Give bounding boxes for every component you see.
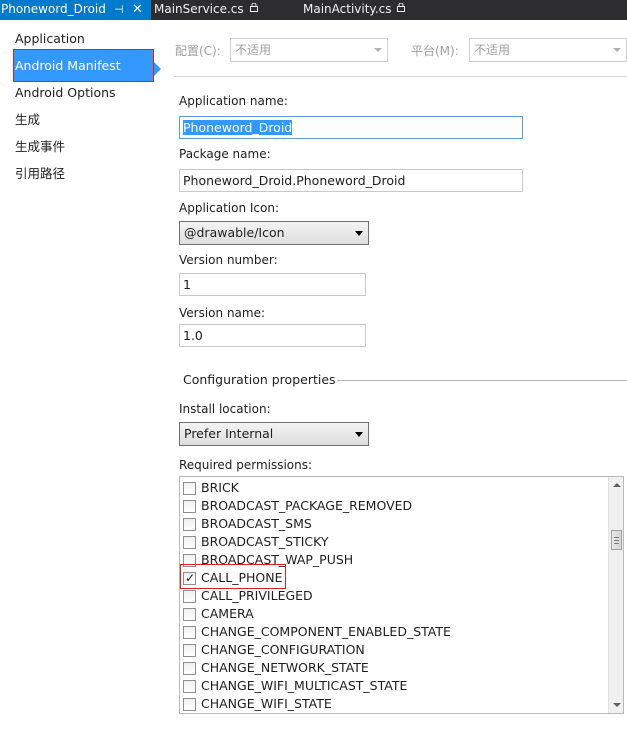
chevron-down-icon [355,231,363,236]
package-name-label: Package name: [179,147,271,161]
permission-checkbox[interactable] [183,662,196,675]
permission-checkbox[interactable] [183,590,196,603]
install-location-label: Install location: [179,402,271,416]
permission-name: BROADCAST_STICKY [201,534,329,549]
nav-item-reference-paths[interactable]: 引用路径 [0,161,150,188]
lock-icon [397,0,406,19]
install-location-value: Prefer Internal [184,426,274,441]
configuration-section-title: Configuration properties [183,372,336,387]
permission-checkbox[interactable] [183,644,196,657]
nav-item-label: Application [15,31,85,46]
tab-label: Phoneword_Droid [1,2,106,16]
nav-item-build-events[interactable]: 生成事件 [0,134,150,161]
version-number-label: Version number: [179,253,278,267]
permission-row[interactable]: BROADCAST_SMS [180,515,605,533]
permission-name: CHANGE_CONFIGURATION [201,642,365,657]
nav-item-label: 引用路径 [15,166,66,181]
nav-item-label: Android Options [15,85,116,100]
tab-phoneword-droid[interactable]: Phoneword_Droid ⊣ ✕ [0,0,151,20]
chevron-down-icon [613,48,621,52]
package-name-value: Phoneword_Droid.Phoneword_Droid [183,173,406,188]
configuration-value: 不适用 [235,43,272,57]
permission-row[interactable]: CHANGE_CONFIGURATION [180,641,605,659]
permission-name: CHANGE_WIFI_MULTICAST_STATE [201,678,408,693]
permission-checkbox[interactable] [183,680,196,693]
app-icon-select[interactable]: @drawable/Icon [179,221,369,245]
selected-arrow-icon [154,62,161,76]
permission-row[interactable]: CHANGE_WIFI_STATE [180,695,605,713]
version-number-value: 1 [183,277,191,292]
permission-checkbox[interactable] [183,500,196,513]
chevron-down-icon [355,432,363,437]
tab-label: MainService.cs [154,2,244,16]
permission-row[interactable]: BRICK [180,479,605,497]
permission-row[interactable]: BROADCAST_PACKAGE_REMOVED [180,497,605,515]
configuration-label: 配置(C): [175,44,221,58]
nav-item-android-manifest[interactable]: Android Manifest [13,49,154,82]
app-icon-label: Application Icon: [179,201,279,215]
tab-label: MainActivity.cs [303,2,392,16]
config-divider [174,76,627,77]
package-name-input[interactable]: Phoneword_Droid.Phoneword_Droid [179,169,523,192]
scroll-down-icon[interactable] [613,703,621,707]
install-location-select[interactable]: Prefer Internal [179,422,369,446]
tab-mainactivity[interactable]: MainActivity.cs [303,0,406,20]
tab-mainservice[interactable]: MainService.cs [154,0,258,20]
permission-row[interactable]: CHANGE_COMPONENT_ENABLED_STATE [180,623,605,641]
permissions-label: Required permissions: [179,458,313,472]
permission-name: CHANGE_COMPONENT_ENABLED_STATE [201,624,451,639]
platform-select[interactable]: 不适用 [469,38,627,62]
nav-item-label: 生成 [15,112,41,127]
permission-name: CAMERA [201,606,254,621]
nav-item-label: 生成事件 [15,139,66,154]
permission-name: CHANGE_WIFI_STATE [201,696,332,711]
configuration-bar: 配置(C): 不适用 平台(M): 不适用 [165,20,627,78]
nav-item-build[interactable]: 生成 [0,107,150,134]
permission-name: CHANGE_NETWORK_STATE [201,660,369,675]
scroll-thumb[interactable] [611,530,622,550]
lock-icon [249,0,258,19]
configuration-select[interactable]: 不适用 [230,38,388,62]
permission-name: BROADCAST_PACKAGE_REMOVED [201,498,413,513]
scroll-up-icon[interactable] [613,483,621,487]
permission-checkbox[interactable] [183,608,196,621]
permission-row[interactable]: CALL_PRIVILEGED [180,587,605,605]
permission-row[interactable]: BROADCAST_STICKY [180,533,605,551]
document-tab-strip: Phoneword_Droid ⊣ ✕ MainService.cs MainA… [0,0,627,20]
permission-name: BROADCAST_SMS [201,516,312,531]
permission-checkbox[interactable] [183,536,196,549]
nav-item-label: Android Manifest [15,58,121,73]
permission-checkbox[interactable] [183,626,196,639]
pin-icon[interactable]: ⊣ [114,0,124,19]
version-number-input[interactable]: 1 [179,273,366,296]
platform-value: 不适用 [474,43,511,57]
app-name-value: Phoneword_Droid [183,120,293,135]
permissions-list[interactable]: BRICK BROADCAST_PACKAGE_REMOVED BROADCAST_… [179,476,624,714]
chevron-down-icon [374,48,382,52]
annotation-highlight [180,564,286,589]
section-divider [337,380,627,381]
app-name-input[interactable]: Phoneword_Droid [179,116,523,139]
permission-checkbox[interactable] [183,518,196,531]
permission-name: CALL_PRIVILEGED [201,588,313,603]
app-name-label: Application name: [179,94,288,108]
permission-name: BRICK [201,480,239,495]
permissions-scrollbar[interactable] [608,477,623,713]
nav-item-android-options[interactable]: Android Options [0,80,150,107]
permission-checkbox[interactable] [183,698,196,711]
permission-row[interactable]: CHANGE_WIFI_MULTICAST_STATE [180,677,605,695]
version-name-value: 1.0 [183,328,203,343]
version-name-label: Version name: [179,306,266,320]
permission-row[interactable]: CHANGE_NETWORK_STATE [180,659,605,677]
permission-checkbox[interactable] [183,482,196,495]
close-icon[interactable]: ✕ [132,0,143,19]
permission-row[interactable]: CAMERA [180,605,605,623]
platform-label: 平台(M): [411,44,459,58]
app-icon-value: @drawable/Icon [184,225,285,240]
project-properties-nav: Application Android Manifest Android Opt… [0,20,165,738]
version-name-input[interactable]: 1.0 [179,324,366,347]
